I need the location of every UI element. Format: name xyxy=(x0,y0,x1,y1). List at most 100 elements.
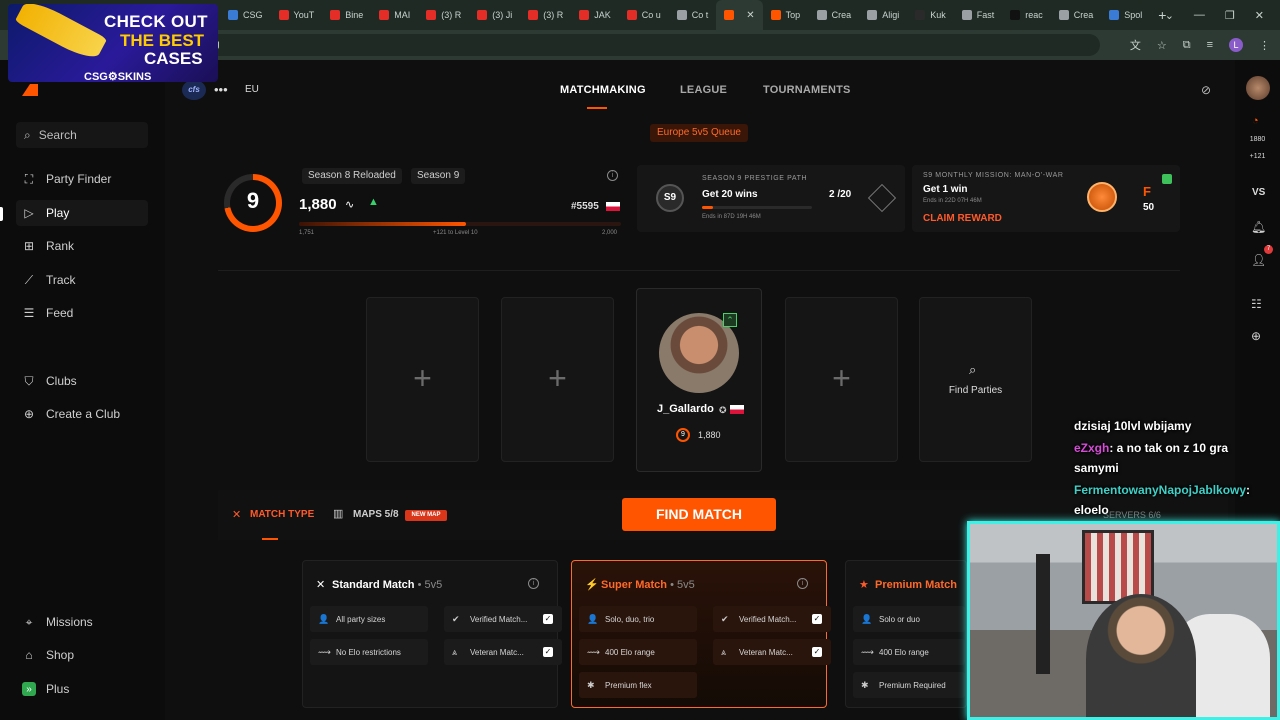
extensions-icon[interactable]: ⧉ xyxy=(1183,39,1191,52)
sidebar-item-label: Shop xyxy=(46,648,75,662)
close-tab-icon[interactable]: ✕ xyxy=(746,10,754,21)
translate-icon[interactable]: 文 xyxy=(1130,37,1141,53)
search-input[interactable]: ⌕ Search xyxy=(16,122,148,148)
match-type-icon: ★ xyxy=(859,579,869,591)
browser-tab[interactable]: Crea xyxy=(1051,0,1102,30)
tab-label: (3) Ji xyxy=(492,10,513,20)
ad-line-1: CHECK OUT xyxy=(104,12,208,31)
omnibox[interactable]: g xyxy=(200,34,1100,56)
find-match-button[interactable]: FIND MATCH xyxy=(622,498,776,531)
browser-tab[interactable]: ✕ xyxy=(716,0,763,30)
option-label: Veteran Matc... xyxy=(470,647,524,657)
browser-tab[interactable]: Co t xyxy=(669,0,717,30)
browser-tab[interactable]: reac xyxy=(1002,0,1051,30)
ad-line-2: THE BEST xyxy=(120,31,205,50)
browser-tab[interactable]: Kuk xyxy=(907,0,954,30)
browser-tab[interactable]: Top xyxy=(763,0,809,30)
tab-matchmaking[interactable]: MATCHMAKING xyxy=(560,84,646,96)
region-label[interactable]: EU xyxy=(245,84,259,95)
sidebar-item-shop[interactable]: ⌂ Shop xyxy=(16,642,148,668)
tab-maps[interactable]: MAPS 5/8 xyxy=(353,509,399,520)
sidebar-item-label: Missions xyxy=(46,615,93,629)
browser-tab[interactable]: Spol xyxy=(1101,0,1150,30)
chat-text: eloelo xyxy=(1074,503,1109,517)
browser-tab[interactable]: MAI xyxy=(371,0,418,30)
prestige-eyebrow: SEASON 9 PRESTIGE PATH xyxy=(702,175,808,182)
party-list-icon[interactable]: ☷ xyxy=(1251,297,1262,311)
browser-tab[interactable]: (3) R xyxy=(520,0,571,30)
season-9-tab[interactable]: Season 9 xyxy=(411,168,466,184)
toolbar-icons: 文 ☆ ⧉ ≡ L ⋮ xyxy=(1130,30,1270,60)
add-icon[interactable]: ⊕ xyxy=(1251,329,1261,343)
sidebar-item-play[interactable]: ▷ Play xyxy=(16,200,148,226)
option-icon: 👤 xyxy=(587,613,599,624)
vs-button[interactable]: VS xyxy=(1252,187,1265,198)
media-icon[interactable]: ≡ xyxy=(1207,39,1213,51)
restore-icon[interactable]: ❐ xyxy=(1225,9,1235,22)
bell-icon[interactable]: 🔔︎ xyxy=(1251,220,1266,234)
bookmark-star-icon[interactable]: ☆ xyxy=(1157,39,1167,52)
browser-tab[interactable]: Fast xyxy=(954,0,1003,30)
notification-badge: 7 xyxy=(1264,245,1273,254)
browser-tab[interactable]: CSG xyxy=(220,0,271,30)
sidebar-item-missions[interactable]: ⌖ Missions xyxy=(16,609,148,635)
tab-label: MAI xyxy=(394,10,411,20)
option-checkbox[interactable]: ✓ xyxy=(543,647,553,657)
browser-menu-icon[interactable]: ⋮ xyxy=(1259,39,1270,52)
browser-tab[interactable]: YouT xyxy=(271,0,323,30)
tab-label: Top xyxy=(785,10,801,20)
tab-league[interactable]: LEAGUE xyxy=(680,84,727,96)
tab-label: Spol xyxy=(1124,10,1143,20)
option-checkbox[interactable]: ✓ xyxy=(812,647,822,657)
option-checkbox[interactable]: ✓ xyxy=(543,614,553,624)
queue-badge[interactable]: Europe 5v5 Queue xyxy=(650,124,748,142)
option-checkbox[interactable]: ✓ xyxy=(812,614,822,624)
match-option: ✱ Premium Required xyxy=(853,672,965,698)
tab-tournaments[interactable]: TOURNAMENTS xyxy=(763,84,851,96)
chat-username: FermentowanyNapojJablkowy xyxy=(1074,483,1247,497)
sidebar-item-party-finder[interactable]: ⛶ Party Finder xyxy=(16,166,148,192)
tab-label: Fast xyxy=(976,10,995,20)
poland-flag-icon xyxy=(606,202,620,211)
info-icon[interactable]: i xyxy=(528,578,539,589)
ad-line-3: CASES xyxy=(144,49,203,68)
sidebar-item-rank[interactable]: ⊞ Rank xyxy=(16,233,148,259)
find-parties-slot[interactable] xyxy=(919,297,1032,462)
option-icon: ⟿ xyxy=(587,646,600,657)
browser-tab[interactable]: (3) Ji xyxy=(469,0,520,30)
minimize-icon[interactable]: — xyxy=(1194,9,1205,21)
friends-icon[interactable]: 👤︎ xyxy=(1251,253,1266,267)
season-8-tab[interactable]: Season 8 Reloaded xyxy=(302,168,402,184)
browser-tab[interactable]: Aligi xyxy=(859,0,907,30)
clubs-icon: ⛉ xyxy=(24,373,34,388)
sidebar-item-track[interactable]: ⟋ Track xyxy=(16,267,148,293)
browser-tab[interactable]: Bine xyxy=(322,0,371,30)
claim-reward-button[interactable]: CLAIM REWARD xyxy=(923,213,1002,224)
browser-tab[interactable]: JAK xyxy=(571,0,619,30)
close-window-icon[interactable]: ✕ xyxy=(1255,9,1264,22)
user-avatar[interactable] xyxy=(1246,76,1270,100)
hide-icon[interactable]: ⊘ xyxy=(1201,83,1211,97)
mission-reward-icon xyxy=(1087,182,1117,212)
info-icon[interactable]: i xyxy=(607,170,618,181)
rail-elo-delta: +121 xyxy=(1249,153,1266,160)
mission-points: 50 xyxy=(1143,202,1155,213)
tab-search-icon[interactable]: ⌄ xyxy=(1165,9,1174,22)
faceit-logo-icon[interactable] xyxy=(22,84,38,96)
sidebar-item-create-a-club[interactable]: ⊕ Create a Club xyxy=(16,401,148,427)
more-menu-button[interactable]: ••• xyxy=(214,82,228,97)
csgoskins-ad-overlay[interactable]: CHECK OUT THE BEST CASES CSG⚙SKINS xyxy=(8,4,218,82)
browser-tab[interactable]: Crea xyxy=(809,0,860,30)
servers-label[interactable]: SERVERS 6/6 xyxy=(1103,510,1161,520)
sidebar-item-plus[interactable]: » Plus xyxy=(16,676,148,702)
browser-tab[interactable]: (3) R xyxy=(418,0,469,30)
info-icon[interactable]: i xyxy=(797,578,808,589)
tab-match-type[interactable]: MATCH TYPE xyxy=(250,509,314,520)
sidebar-item-feed[interactable]: ☰ Feed xyxy=(16,300,148,326)
browser-tab[interactable]: Co u xyxy=(619,0,669,30)
tab-favicon-icon xyxy=(1010,10,1021,20)
sidebar-item-clubs[interactable]: ⛉ Clubs xyxy=(16,368,148,394)
profile-avatar[interactable]: L xyxy=(1229,38,1243,52)
club-badge[interactable]: cfs xyxy=(182,80,206,100)
option-icon: 👤 xyxy=(318,613,330,624)
